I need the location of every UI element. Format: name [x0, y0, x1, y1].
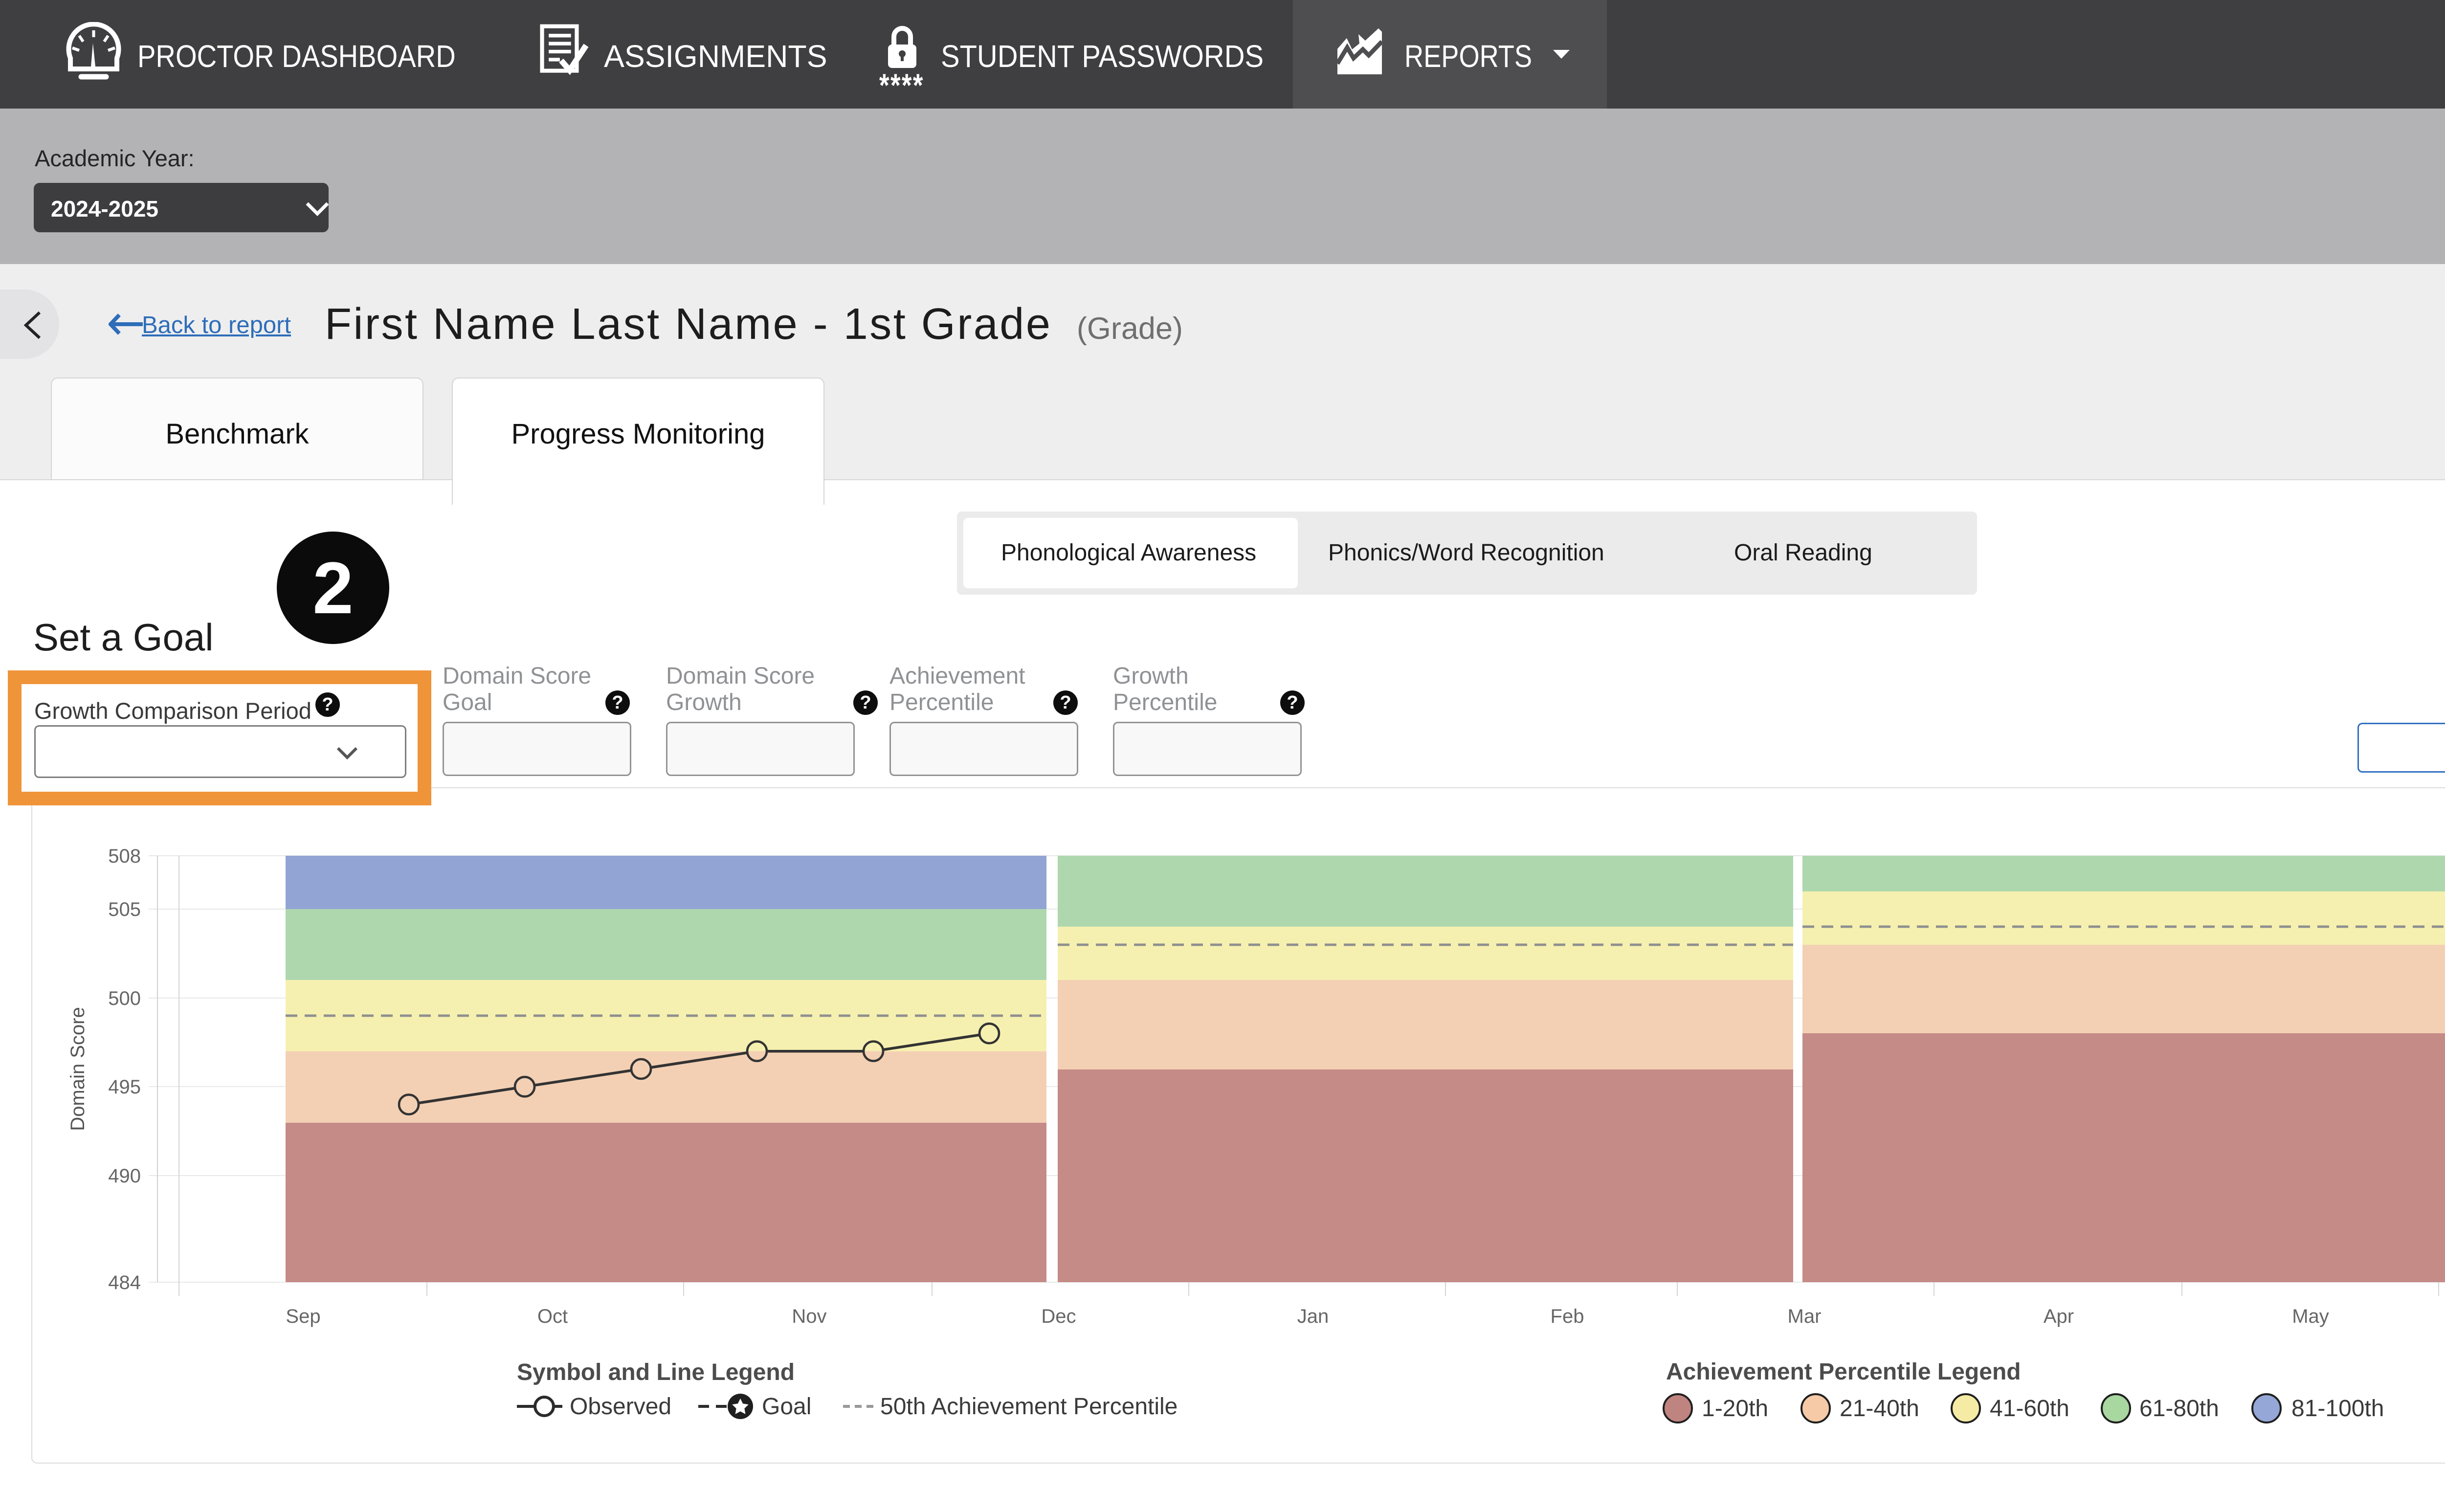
svg-text:Domain Score: Domain Score [67, 1007, 89, 1131]
svg-text:Mar: Mar [1788, 1306, 1822, 1327]
svg-text:Goal: Goal [762, 1394, 811, 1420]
svg-text:495: 495 [108, 1076, 141, 1098]
svg-text:Dec: Dec [1041, 1306, 1076, 1327]
svg-text:Feb: Feb [1551, 1306, 1584, 1327]
svg-text:Observed: Observed [570, 1394, 671, 1420]
svg-text:21-40th: 21-40th [1840, 1396, 1919, 1422]
svg-text:Oct: Oct [537, 1306, 568, 1327]
svg-text:61-80th: 61-80th [2139, 1396, 2219, 1422]
svg-text:490: 490 [108, 1165, 141, 1187]
svg-text:50th Achievement Percentile: 50th Achievement Percentile [880, 1394, 1178, 1420]
svg-text:Sep: Sep [286, 1306, 320, 1327]
svg-text:1-20th: 1-20th [1702, 1396, 1768, 1422]
svg-text:Achievement Percentile Legend: Achievement Percentile Legend [1666, 1359, 2021, 1385]
svg-text:505: 505 [108, 899, 141, 920]
svg-text:484: 484 [108, 1272, 141, 1293]
svg-text:Apr: Apr [2044, 1306, 2074, 1327]
svg-text:Jan: Jan [1297, 1306, 1329, 1327]
svg-text:41-60th: 41-60th [1990, 1396, 2069, 1422]
svg-text:508: 508 [108, 845, 141, 867]
svg-text:May: May [2292, 1306, 2329, 1327]
svg-text:Nov: Nov [792, 1306, 826, 1327]
svg-text:500: 500 [108, 988, 141, 1009]
svg-text:81-100th: 81-100th [2291, 1396, 2384, 1422]
svg-text:Symbol and Line Legend: Symbol and Line Legend [517, 1359, 795, 1385]
